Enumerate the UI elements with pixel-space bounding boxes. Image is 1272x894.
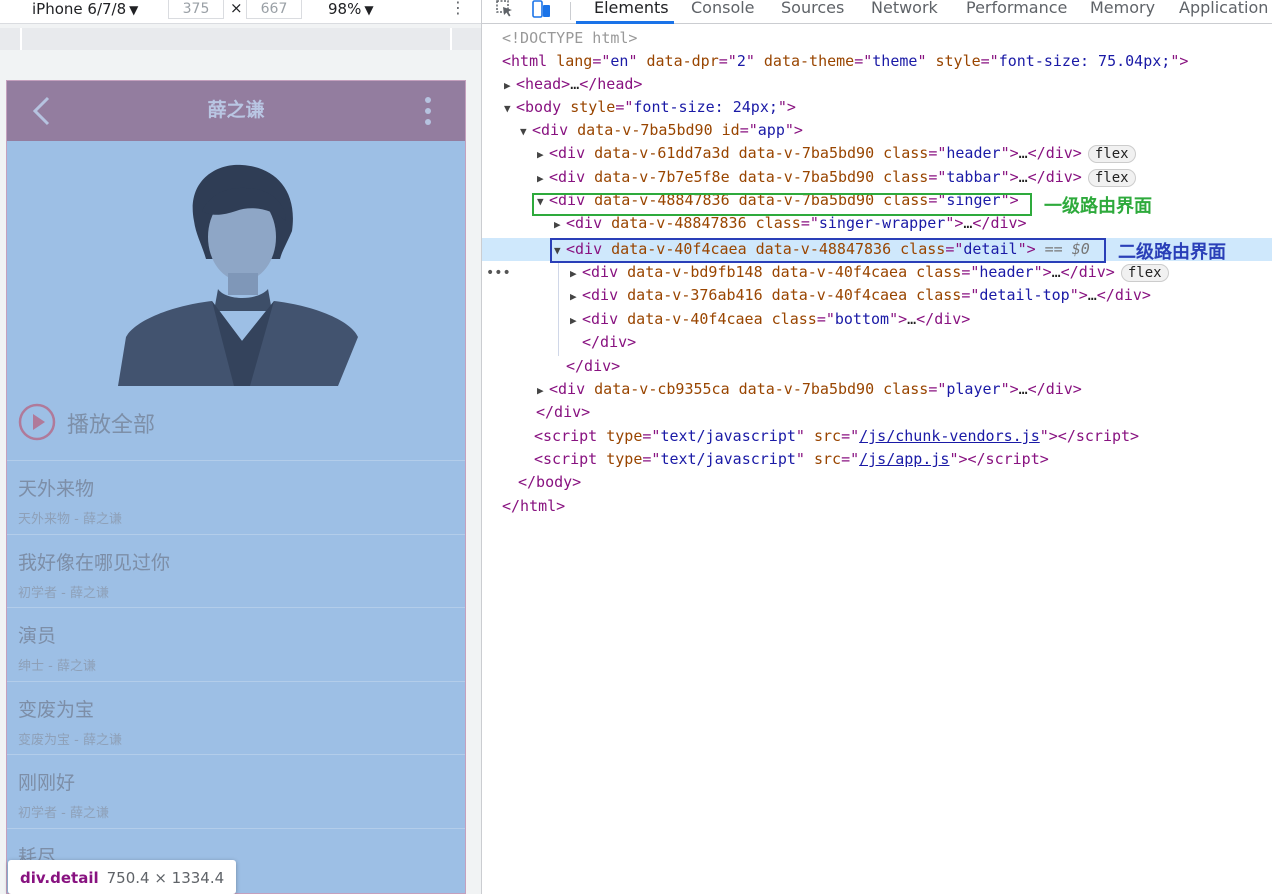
song-item[interactable]: 天外来物 天外来物 - 薛之谦	[6, 460, 466, 534]
indent-guide	[558, 262, 559, 356]
tab-sources[interactable]: Sources	[781, 0, 844, 17]
zoom-select[interactable]: 98% ▼	[328, 0, 374, 19]
dom-node-singer-wrapper[interactable]: ▶ <div data-v-48847836 class="singer-wrap…	[482, 212, 1272, 235]
tab-application[interactable]: Application	[1179, 0, 1268, 17]
tab-console[interactable]: Console	[691, 0, 755, 17]
dom-node-app[interactable]: ▼ <div data-v-7ba5bd90 id="app">	[482, 119, 1272, 142]
inspect-element-icon[interactable]	[496, 0, 514, 18]
tab-performance[interactable]: Performance	[966, 0, 1067, 17]
devtools-panel: Elements Console Sources Network Perform…	[482, 0, 1272, 894]
song-album-artist: 变废为宝 - 薛之谦	[18, 732, 122, 748]
singer-photo	[118, 164, 358, 386]
phone-viewport: 薛之谦 播放全部 天外来物 天外来物 - 薛之谦 我好像在哪见过你 初学者 - …	[6, 80, 466, 894]
song-title: 天外来物	[18, 478, 95, 500]
height-input[interactable]: 667	[246, 0, 302, 19]
play-all-label: 播放全部	[67, 413, 156, 438]
song-album-artist: 绅士 - 薛之谦	[18, 659, 96, 674]
dom-node-head[interactable]: ▶ <head>…</head>	[482, 73, 1272, 96]
tab-elements[interactable]: Elements	[594, 0, 669, 17]
dom-node-close-singer[interactable]: </div>	[482, 355, 1272, 378]
dom-node-bottom[interactable]: ▶ <div data-v-40f4caea class="bottom">…</…	[482, 308, 1272, 331]
song-title: 我好像在哪见过你	[18, 551, 171, 574]
song-item[interactable]: 刚刚好 初学者 - 薛之谦	[6, 754, 466, 828]
dom-node-detail-header[interactable]: ▶ <div data-v-bd9fb148 data-v-40f4caea cl…	[482, 261, 1272, 284]
toolbar-separator	[570, 2, 571, 20]
device-emulation-pane: iPhone 6/7/8 ▼ 375 × 667 98% ▼ ⋮ 薛之谦 播放全…	[0, 0, 482, 894]
expand-triangle-icon[interactable]: ▶	[554, 213, 566, 236]
media-query-ruler[interactable]	[0, 28, 482, 50]
expand-triangle-icon[interactable]: ▶	[537, 143, 549, 166]
expand-triangle-icon[interactable]: ▶	[537, 167, 549, 190]
play-circle-icon	[18, 403, 56, 441]
dom-node-close-html[interactable]: </html>	[482, 495, 1272, 518]
tooltip-selector: div.detail	[20, 869, 99, 887]
expand-triangle-icon[interactable]: ▶	[504, 74, 516, 97]
selected-node-marker: == $0	[1044, 240, 1090, 258]
dom-node-body[interactable]: ▼ <body style="font-size: 24px;">	[482, 96, 1272, 119]
level2-route-annotation: 二级路由界面	[1118, 242, 1226, 263]
flex-badge[interactable]: flex	[1120, 264, 1169, 282]
dom-node-doctype[interactable]: <!DOCTYPE html>	[482, 27, 1272, 50]
width-input[interactable]: 375	[168, 0, 224, 19]
device-toolbar: iPhone 6/7/8 ▼ 375 × 667 98% ▼ ⋮	[0, 0, 482, 24]
singer-name-title: 薛之谦	[207, 99, 265, 121]
dom-node-header[interactable]: ▶ <div data-v-61dd7a3d data-v-7ba5bd90 cl…	[482, 142, 1272, 165]
dom-node-close-app[interactable]: </div>	[482, 401, 1272, 424]
collapse-triangle-icon[interactable]: ▼	[537, 190, 549, 213]
more-options-icon[interactable]: ⋮	[450, 0, 466, 17]
expand-triangle-icon[interactable]: ▶	[537, 379, 549, 402]
flex-badge[interactable]: flex	[1087, 145, 1136, 163]
dropdown-arrow-icon: ▼	[364, 3, 374, 17]
dom-node-close-detail[interactable]: </div>	[482, 331, 1272, 354]
level1-route-annotation: 一级路由界面	[1044, 196, 1152, 217]
dom-node-player[interactable]: ▶ <div data-v-cb9355ca data-v-7ba5bd90 cl…	[482, 378, 1272, 401]
expand-triangle-icon[interactable]: ▶	[570, 285, 582, 308]
tab-network[interactable]: Network	[871, 0, 938, 17]
song-album-artist: 初学者 - 薛之谦	[18, 806, 109, 821]
dropdown-arrow-icon: ▼	[129, 3, 139, 17]
singer-cover-image	[6, 141, 466, 386]
song-album-artist: 初学者 - 薛之谦	[18, 585, 109, 601]
detail-header: 薛之谦	[6, 80, 466, 141]
devtools-tab-bar: Elements Console Sources Network Perform…	[482, 0, 1272, 24]
dom-node-script-vendors[interactable]: <script type="text/javascript" src="/js/…	[482, 425, 1272, 448]
more-vertical-icon[interactable]	[422, 96, 434, 126]
song-list-panel: 播放全部 天外来物 天外来物 - 薛之谦 我好像在哪见过你 初学者 - 薛之谦 …	[6, 386, 466, 894]
device-select[interactable]: iPhone 6/7/8 ▼	[32, 0, 138, 19]
song-item[interactable]: 变废为宝 变废为宝 - 薛之谦	[6, 680, 466, 755]
song-album-artist: 天外来物 - 薛之谦	[18, 512, 122, 527]
collapse-triangle-icon[interactable]: ▼	[520, 120, 532, 143]
device-toolbar-toggle-icon[interactable]	[532, 0, 552, 18]
expand-triangle-icon[interactable]: ▶	[570, 309, 582, 332]
song-title: 变废为宝	[18, 698, 95, 721]
active-tab-indicator	[576, 21, 674, 24]
dom-node-detail-top[interactable]: ▶ <div data-v-376ab416 data-v-40f4caea cl…	[482, 284, 1272, 307]
song-item[interactable]: 我好像在哪见过你 初学者 - 薛之谦	[6, 533, 466, 608]
ruler-divider	[20, 28, 22, 50]
dom-node-tabbar[interactable]: ▶ <div data-v-7b7e5f8e data-v-7ba5bd90 cl…	[482, 166, 1272, 189]
dom-node-close-body[interactable]: </body>	[482, 471, 1272, 494]
play-all-button[interactable]: 播放全部	[6, 386, 466, 460]
dom-node-script-app[interactable]: <script type="text/javascript" src="/js/…	[482, 448, 1272, 471]
dom-node-html[interactable]: <html lang="en" data-dpr="2" data-theme=…	[482, 50, 1272, 73]
tooltip-dimensions: 750.4 × 1334.4	[106, 869, 225, 887]
song-title: 刚刚好	[18, 772, 76, 794]
script-link-app[interactable]: /js/app.js	[859, 450, 949, 468]
ruler-divider	[450, 28, 452, 50]
song-item[interactable]: 演员 绅士 - 薛之谦	[6, 607, 466, 681]
expand-triangle-icon[interactable]: ▶	[570, 262, 582, 285]
flex-badge[interactable]: flex	[1087, 169, 1136, 187]
script-link-vendors[interactable]: /js/chunk-vendors.js	[859, 427, 1040, 445]
tab-memory[interactable]: Memory	[1090, 0, 1155, 17]
collapse-triangle-icon[interactable]: ▼	[554, 239, 566, 262]
dom-node-singer[interactable]: ▼ <div data-v-48847836 data-v-7ba5bd90 cl…	[482, 189, 1272, 212]
song-title: 演员	[18, 625, 57, 647]
element-inspect-tooltip: div.detail 750.4 × 1334.4	[8, 860, 237, 894]
dimension-separator: ×	[230, 0, 243, 17]
collapse-triangle-icon[interactable]: ▼	[504, 97, 516, 120]
